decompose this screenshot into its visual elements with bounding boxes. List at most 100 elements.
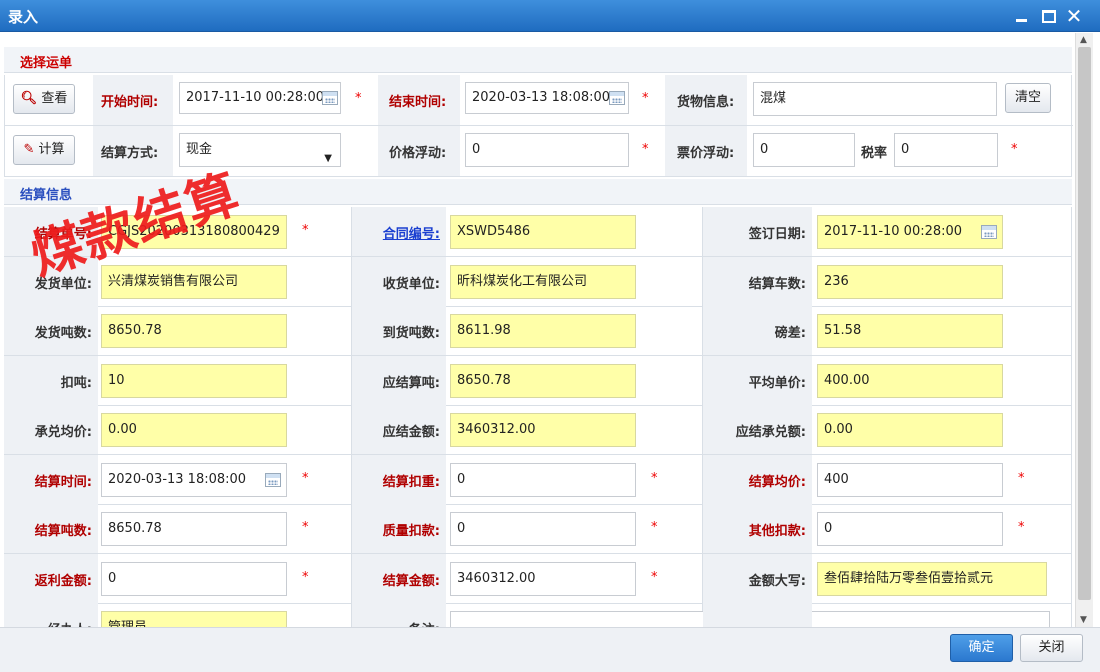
scroll-up-icon[interactable]: ▲ [1080, 35, 1087, 45]
settle-field[interactable]: 0.00 [101, 413, 287, 447]
field-label: 金额大写: [748, 574, 806, 589]
ok-button[interactable]: 确定 [950, 634, 1013, 662]
settle-field[interactable]: 400.00 [817, 364, 1003, 398]
field-value: 叁佰肆拾陆万零叁佰壹拾贰元 [824, 571, 994, 586]
field-label[interactable]: 合同编号: [383, 223, 440, 242]
field-label: 返利金额: [34, 574, 92, 589]
field-label: 结算均价: [748, 475, 806, 490]
field-label: 发货吨数: [34, 326, 92, 341]
calendar-icon[interactable] [609, 91, 625, 105]
field-value: 0 [457, 472, 466, 487]
field-label: 质量扣款: [382, 524, 440, 539]
vertical-scrollbar[interactable]: ▲ ▼ [1075, 33, 1093, 627]
required-mark: * [1011, 142, 1018, 157]
settle-field[interactable]: 0 [101, 562, 287, 596]
calendar-icon[interactable] [265, 473, 281, 487]
settle-field[interactable]: 2017-11-10 00:28:00 [817, 215, 1003, 249]
settle-field[interactable]: 8650.78 [450, 364, 636, 398]
minimize-icon[interactable] [1012, 6, 1032, 26]
price-float-label: 价格浮动: [389, 146, 447, 161]
section-title: 选择运单 [20, 56, 73, 71]
calendar-icon[interactable] [981, 225, 997, 239]
field-label: 应结承兑额: [735, 425, 806, 440]
chevron-down-icon: ▼ [324, 153, 332, 164]
settle-field[interactable]: 3460312.00 [450, 413, 636, 447]
calendar-icon[interactable] [322, 91, 338, 105]
field-label: 其他扣款: [748, 524, 806, 539]
field-value: 8650.78 [108, 323, 162, 338]
settle-info-grid: 结算单号: CGJS20200313180800429 * 合同编号: XSWD5486… [4, 207, 1072, 627]
title-bar: 录入 ✕ [0, 0, 1100, 32]
field-value: 10 [108, 373, 125, 388]
settle-field[interactable]: 8650.78 [101, 314, 287, 348]
waybill-filter-grid: 🔍︎ 查看 开始时间: 2017-11-10 00:28:00 * 结束时间: … [4, 75, 1073, 177]
scroll-thumb[interactable] [1078, 47, 1091, 600]
settle-field[interactable]: 叁佰肆拾陆万零叁佰壹拾贰元 [817, 562, 1047, 596]
required-mark: * [651, 471, 658, 486]
ticket-float-input[interactable]: 0 [753, 133, 855, 167]
field-label: 备注: [409, 619, 440, 627]
field-label: 平均单价: [748, 376, 806, 391]
settle-field[interactable]: 236 [817, 265, 1003, 299]
settle-field[interactable]: 8611.98 [450, 314, 636, 348]
close-icon[interactable]: ✕ [1064, 6, 1084, 26]
tax-label: 税率 [861, 146, 888, 161]
settle-field[interactable]: 2020-03-13 18:08:00 [101, 463, 287, 497]
start-time-label: 开始时间: [101, 95, 159, 110]
required-mark: * [651, 520, 658, 535]
end-time-input[interactable]: 2020-03-13 18:08:00 [465, 82, 629, 114]
calc-button[interactable]: ✎ 计算 [13, 135, 75, 165]
settle-field[interactable]: 0 [817, 512, 1003, 546]
settle-field[interactable]: 0 [450, 463, 636, 497]
field-label: 应结算吨: [382, 376, 440, 391]
section-header-select-waybill: 选择运单 [4, 47, 1072, 73]
tax-input[interactable]: 0 [894, 133, 998, 167]
required-mark: * [302, 570, 309, 585]
field-label: 经办人: [48, 619, 92, 627]
settle-method-label: 结算方式: [101, 146, 159, 161]
end-time-label: 结束时间: [389, 95, 447, 110]
field-label: 到货吨数: [382, 326, 440, 341]
field-label: 应结金额: [382, 425, 440, 440]
view-button[interactable]: 🔍︎ 查看 [13, 84, 75, 114]
window-title: 录入 [8, 8, 39, 26]
field-value: 0 [824, 521, 833, 536]
field-label: 结算车数: [748, 277, 806, 292]
settle-field[interactable]: 管理员 [101, 611, 287, 627]
field-label: 收货单位: [382, 277, 440, 292]
settle-field[interactable]: 兴清煤炭销售有限公司 [101, 265, 287, 299]
close-button[interactable]: 关闭 [1020, 634, 1083, 662]
field-value: 0 [457, 521, 466, 536]
field-value: 400 [824, 472, 849, 487]
price-float-input[interactable]: 0 [465, 133, 629, 167]
dialog-footer: 确定 关闭 [0, 627, 1100, 672]
cargo-input[interactable]: 混煤 [753, 82, 997, 116]
settle-field[interactable]: 0.00 [817, 413, 1003, 447]
field-value: 0.00 [824, 422, 853, 437]
settle-field[interactable]: 51.58 [817, 314, 1003, 348]
field-value: 0.00 [108, 422, 137, 437]
field-label: 结算金额: [382, 574, 440, 589]
field-label: 磅差: [774, 326, 806, 341]
settle-field[interactable]: 10 [101, 364, 287, 398]
clear-button[interactable]: 清空 [1005, 83, 1051, 113]
settle-field[interactable]: 8650.78 [101, 512, 287, 546]
maximize-icon[interactable] [1038, 6, 1058, 26]
settle-field[interactable]: XSWD5486 [450, 215, 636, 249]
field-label: 结算扣重: [382, 475, 440, 490]
settle-field[interactable]: 400 [817, 463, 1003, 497]
scroll-down-icon[interactable]: ▼ [1080, 615, 1087, 625]
field-value: 400.00 [824, 373, 870, 388]
field-value: 2020-03-13 18:08:00 [108, 472, 247, 487]
field-value: 236 [824, 274, 849, 289]
required-mark: * [302, 223, 309, 238]
start-time-input[interactable]: 2017-11-10 00:28:00 [179, 82, 341, 114]
settle-field[interactable]: 昕科煤炭化工有限公司 [450, 265, 636, 299]
field-value: 2017-11-10 00:28:00 [824, 224, 963, 239]
settle-field[interactable]: 3460312.00 [450, 562, 636, 596]
cargo-label: 货物信息: [677, 95, 735, 110]
required-mark: * [642, 91, 649, 106]
required-mark: * [355, 91, 362, 106]
settle-field[interactable]: 0 [450, 512, 636, 546]
ticket-float-label: 票价浮动: [677, 146, 735, 161]
